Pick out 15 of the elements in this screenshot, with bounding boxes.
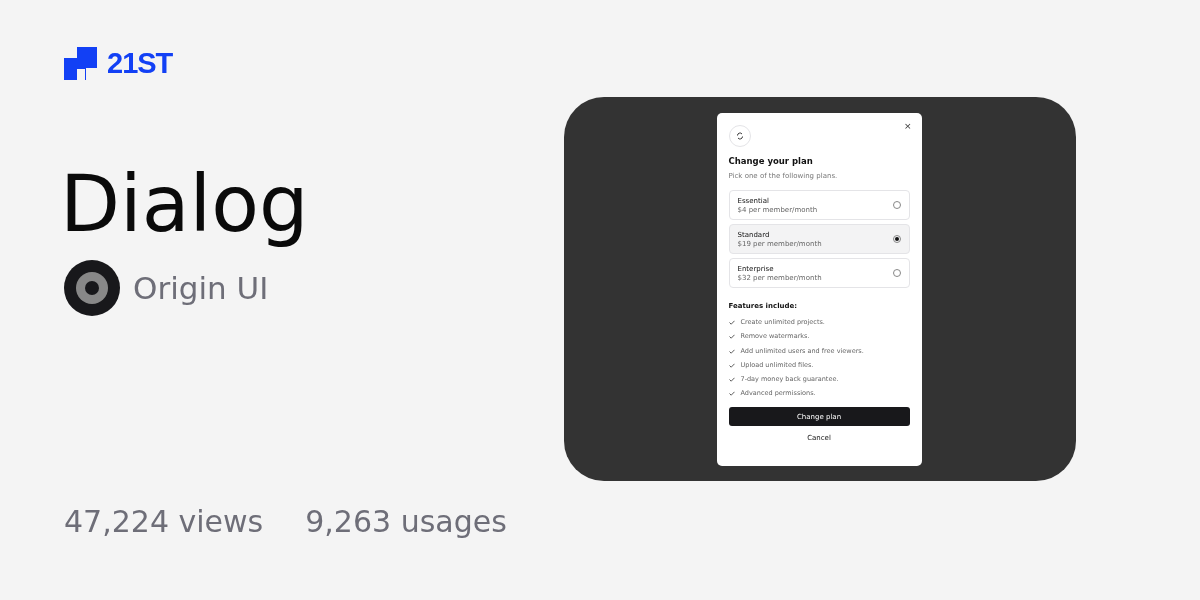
brand-name: 21ST <box>107 47 173 80</box>
views-count: 47,224 views <box>64 504 264 539</box>
check-icon <box>728 320 735 325</box>
component-title: Dialog <box>60 158 310 251</box>
check-icon <box>728 377 735 383</box>
check-icon <box>728 362 735 368</box>
usages-count: 9,263 usages <box>305 504 507 539</box>
check-icon <box>728 348 735 354</box>
logo-icon <box>64 47 97 80</box>
close-button[interactable]: × <box>903 121 912 131</box>
check-icon <box>728 334 735 340</box>
author-name: Origin UI <box>133 270 269 306</box>
check-icon <box>728 391 735 397</box>
dialog-title: Change your plan <box>728 156 814 166</box>
author-avatar <box>64 260 120 316</box>
